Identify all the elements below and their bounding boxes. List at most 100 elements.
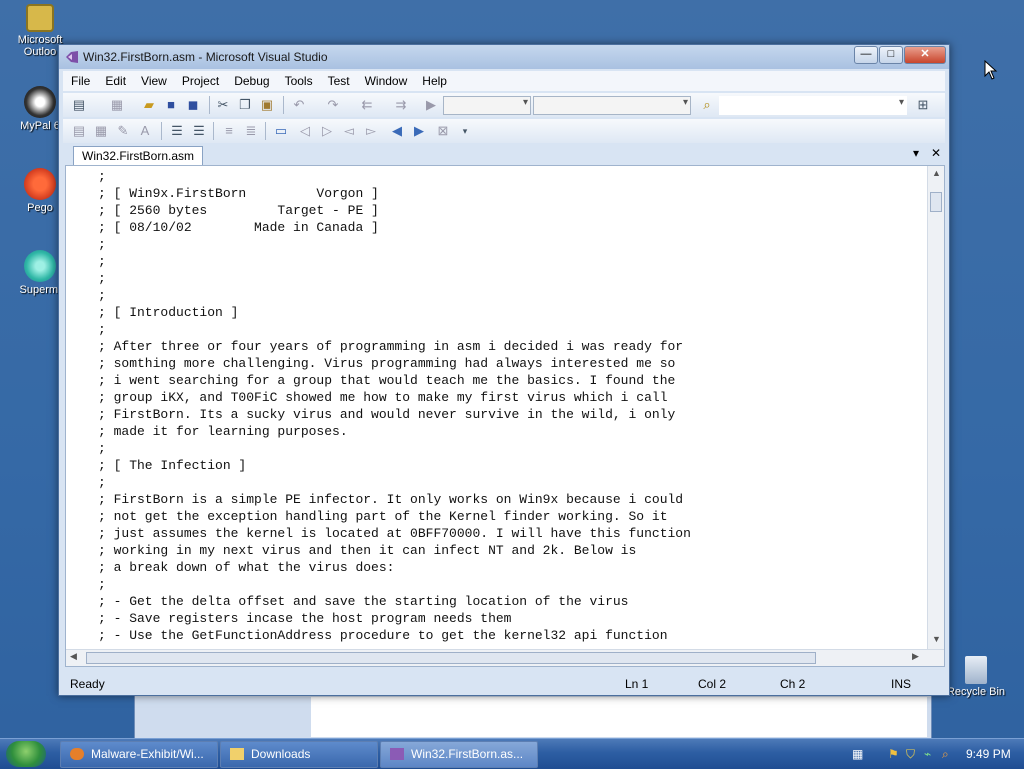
horizontal-scroll-thumb[interactable] [86, 652, 816, 664]
solution-explorer-icon[interactable]: ⊞ [915, 97, 931, 113]
uncomment-lines-icon[interactable]: ≣ [243, 123, 259, 139]
navigate-backward-icon[interactable]: ⇇ [359, 97, 375, 113]
code-line[interactable]: ; FirstBorn. Its a sucky virus and would… [98, 406, 691, 423]
menu-window[interactable]: Window [357, 71, 415, 88]
redo-icon[interactable]: ↷ [325, 97, 341, 113]
code-line[interactable]: ; - Use the GetFunctionAddress procedure… [98, 627, 691, 644]
toggle-bookmark-icon[interactable]: ▭ [273, 123, 289, 139]
code-line[interactable]: ; [98, 287, 691, 304]
taskbar-item-downloads[interactable]: Downloads [220, 741, 378, 768]
save-all-icon[interactable]: ◼ [185, 97, 201, 113]
code-line[interactable]: ; FirstBorn is a simple PE infector. It … [98, 491, 691, 508]
code-line[interactable]: ; [ 2560 bytes Target - PE ] [98, 202, 691, 219]
clock[interactable]: 9:49 PM [966, 747, 1011, 761]
code-line[interactable]: ; somthing more challenging. Virus progr… [98, 355, 691, 372]
scroll-right-icon[interactable]: ▶ [912, 651, 919, 662]
maximize-button[interactable]: □ [879, 46, 903, 64]
taskbar-item-visual-studio[interactable]: Win32.FirstBorn.as... [380, 741, 538, 768]
tab-win32-firstborn-asm[interactable]: Win32.FirstBorn.asm [73, 146, 204, 165]
find-combo[interactable] [719, 96, 907, 115]
save-icon[interactable]: ■ [163, 97, 179, 113]
comment-lines-icon[interactable]: ≡ [221, 123, 237, 139]
add-item-icon[interactable]: ▦ [109, 97, 125, 113]
menu-test[interactable]: Test [320, 71, 357, 88]
code-line[interactable]: ; [98, 168, 691, 185]
parameter-info-icon[interactable]: ▦ [93, 123, 109, 139]
code-line[interactable]: ; [98, 236, 691, 253]
previous-bookmark-document-icon[interactable]: ◀ [389, 123, 405, 139]
code-line[interactable]: ; working in my next virus and then it c… [98, 542, 691, 559]
minimize-button[interactable]: — [854, 46, 878, 64]
menu-file[interactable]: File [63, 71, 97, 88]
code-line[interactable]: ; not get the exception handling part of… [98, 508, 691, 525]
code-line[interactable]: ; [ Introduction ] [98, 304, 691, 321]
toolbar-options-icon[interactable]: ▾ [457, 123, 473, 139]
code-line[interactable]: ; [98, 576, 691, 593]
decrease-indent-icon[interactable]: ☰ [169, 123, 185, 139]
security-shield-icon[interactable]: ⛉ [906, 747, 915, 762]
menu-project[interactable]: Project [174, 71, 226, 88]
code-line[interactable]: ; - Get the delta offset and save the st… [98, 593, 691, 610]
tray-app-icon[interactable]: ⚑ [888, 747, 899, 761]
open-file-icon[interactable]: ▰ [141, 97, 157, 113]
undo-icon[interactable]: ↶ [291, 97, 307, 113]
horizontal-scrollbar[interactable]: ◀ ▶ [66, 649, 944, 666]
code-line[interactable]: ; just assumes the kernel is located at … [98, 525, 691, 542]
code-line[interactable]: ; [ The Infection ] [98, 457, 691, 474]
code-editor[interactable]: ;; [ Win9x.FirstBorn Vorgon ]; [ 2560 by… [65, 165, 945, 667]
close-document-icon[interactable]: ✕ [931, 146, 941, 160]
solution-configuration-combo[interactable] [443, 96, 531, 115]
code-line[interactable]: ; [ 08/10/02 Made in Canada ] [98, 219, 691, 236]
previous-bookmark-icon[interactable]: ◁ [297, 123, 313, 139]
status-character: Ch 2 [780, 677, 806, 691]
quick-info-icon[interactable]: ✎ [115, 123, 131, 139]
new-project-icon[interactable]: ▤ [71, 97, 87, 113]
clear-bookmarks-icon[interactable]: ⊠ [435, 123, 451, 139]
show-desktop-icon[interactable]: ▦ [852, 747, 863, 761]
menu-edit[interactable]: Edit [97, 71, 133, 88]
code-line[interactable]: ; a break down of what the virus does: [98, 559, 691, 576]
copy-icon[interactable]: ❐ [237, 97, 253, 113]
next-bookmark-icon[interactable]: ▷ [319, 123, 335, 139]
solution-platform-combo[interactable] [533, 96, 691, 115]
code-line[interactable]: ; i went searching for a group that woul… [98, 372, 691, 389]
code-line[interactable]: ; [98, 474, 691, 491]
menu-view[interactable]: View [133, 71, 174, 88]
navigate-forward-icon[interactable]: ⇉ [393, 97, 409, 113]
start-debugging-icon[interactable]: ▶ [423, 97, 439, 113]
paste-icon[interactable]: ▣ [259, 97, 275, 113]
code-line[interactable]: ; [98, 321, 691, 338]
code-line[interactable]: ; made it for learning purposes. [98, 423, 691, 440]
find-in-files-icon[interactable]: ⌕ [699, 97, 715, 113]
vertical-scroll-thumb[interactable] [930, 192, 942, 212]
menu-debug[interactable]: Debug [226, 71, 276, 88]
code-line[interactable]: ; [98, 440, 691, 457]
taskbar-item-malware-exhibit[interactable]: Malware-Exhibit/Wi... [60, 741, 218, 768]
complete-word-icon[interactable]: A [137, 123, 153, 139]
code-line[interactable]: ; [ Win9x.FirstBorn Vorgon ] [98, 185, 691, 202]
member-list-icon[interactable]: ▤ [71, 123, 87, 139]
previous-bookmark-folder-icon[interactable]: ◅ [341, 123, 357, 139]
code-line[interactable]: ; After three or four years of programmi… [98, 338, 691, 355]
menu-tools[interactable]: Tools [277, 71, 320, 88]
code-text[interactable]: ;; [ Win9x.FirstBorn Vorgon ]; [ 2560 by… [98, 168, 691, 644]
code-line[interactable]: ; [98, 253, 691, 270]
code-line[interactable]: ; [98, 270, 691, 287]
scroll-down-icon[interactable]: ▼ [932, 634, 941, 644]
active-files-dropdown-icon[interactable]: ▾ [913, 146, 919, 160]
increase-indent-icon[interactable]: ☰ [191, 123, 207, 139]
scroll-up-icon[interactable]: ▲ [932, 168, 941, 178]
network-icon[interactable]: ⌁ [924, 747, 931, 761]
code-line[interactable]: ; - Save registers incase the host progr… [98, 610, 691, 627]
search-icon[interactable]: ⌕ [942, 747, 949, 762]
start-button[interactable] [6, 741, 46, 767]
next-bookmark-folder-icon[interactable]: ▻ [363, 123, 379, 139]
scroll-left-icon[interactable]: ◀ [70, 651, 77, 662]
vertical-scrollbar[interactable]: ▲ ▼ [927, 166, 944, 650]
code-line[interactable]: ; group iKX, and T00FiC showed me how to… [98, 389, 691, 406]
next-bookmark-document-icon[interactable]: ▶ [411, 123, 427, 139]
cut-icon[interactable]: ✂ [215, 97, 231, 113]
menu-help[interactable]: Help [414, 71, 454, 88]
close-button[interactable]: ✕ [904, 46, 946, 64]
title-bar[interactable]: Win32.FirstBorn.asm - Microsoft Visual S… [59, 45, 949, 69]
